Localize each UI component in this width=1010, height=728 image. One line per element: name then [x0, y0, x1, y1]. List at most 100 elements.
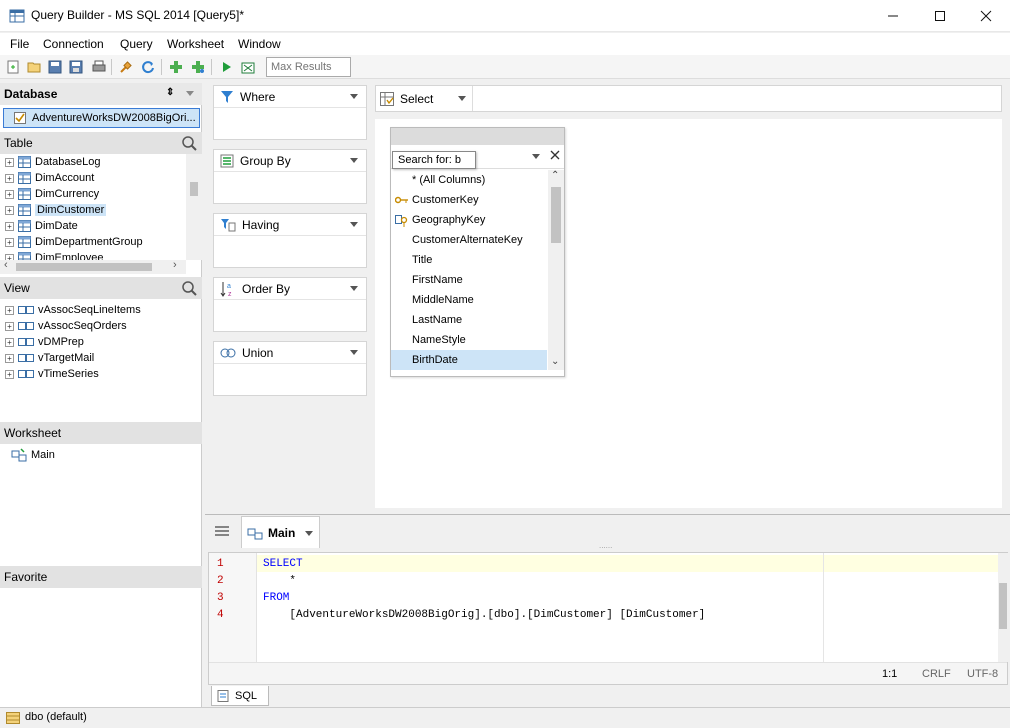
table-list-vscroll[interactable] — [186, 154, 202, 260]
dimcustomer-table-box[interactable]: er Search for: b * (All Columns) Custome… — [390, 127, 565, 377]
having-header[interactable]: Having — [214, 214, 366, 236]
open-button[interactable] — [25, 58, 43, 76]
column-row[interactable]: Title — [391, 250, 547, 270]
column-row[interactable]: * (All Columns) — [391, 170, 547, 190]
table-row[interactable]: + DimCurrency — [0, 186, 99, 202]
search-icon[interactable] — [181, 135, 197, 151]
expand-icon[interactable]: + — [5, 353, 14, 363]
scroll-thumb[interactable] — [16, 263, 152, 271]
table-row[interactable]: + DimEmployee — [0, 250, 103, 260]
column-row[interactable]: GeographyKey — [391, 210, 547, 230]
group-by-header[interactable]: Group By — [214, 150, 366, 172]
chevron-down-icon[interactable] — [458, 96, 466, 101]
save-button[interactable] — [46, 58, 64, 76]
max-results-input[interactable] — [266, 57, 351, 77]
expand-icon[interactable]: + — [5, 189, 14, 199]
scroll-thumb[interactable] — [999, 583, 1007, 629]
view-row[interactable]: + vTargetMail — [0, 350, 94, 366]
save-as-button[interactable] — [67, 58, 85, 76]
encoding[interactable]: UTF-8 — [967, 668, 998, 680]
scroll-thumb[interactable] — [551, 187, 561, 243]
scroll-left-icon[interactable]: ‹ — [4, 259, 8, 271]
list-menu-icon[interactable] — [215, 525, 229, 537]
table-row[interactable]: + DimAccount — [0, 170, 94, 186]
close-icon[interactable] — [550, 150, 560, 160]
union-panel[interactable]: Union — [213, 341, 367, 396]
view-row[interactable]: + vDMPrep — [0, 334, 84, 350]
splitter-grip[interactable]: ...... — [599, 541, 612, 550]
menu-connection[interactable]: Connection — [43, 37, 104, 51]
group-by-panel[interactable]: Group By — [213, 149, 367, 204]
column-row[interactable]: CustomerAlternateKey — [391, 230, 547, 250]
chevron-down-icon[interactable] — [186, 91, 194, 96]
column-row[interactable]: MiddleName — [391, 290, 547, 310]
table-box-drag-bar[interactable] — [391, 128, 564, 145]
menu-query[interactable]: Query — [120, 37, 153, 51]
expand-icon[interactable]: + — [5, 173, 14, 183]
where-panel[interactable]: Where — [213, 85, 367, 140]
execute-button[interactable] — [217, 58, 235, 76]
table-list-hscroll[interactable]: ‹ › — [0, 259, 186, 274]
expand-icon[interactable]: + — [5, 157, 14, 167]
print-button[interactable] — [90, 58, 108, 76]
sort-icon[interactable]: ⇕ — [166, 87, 174, 98]
expand-icon[interactable]: + — [5, 321, 14, 331]
where-header[interactable]: Where — [214, 86, 366, 108]
scroll-thumb[interactable] — [190, 182, 198, 196]
tab-sql[interactable]: SQL — [211, 686, 269, 706]
chevron-down-icon[interactable] — [305, 531, 313, 536]
menu-worksheet[interactable]: Worksheet — [167, 37, 224, 51]
scroll-right-icon[interactable]: › — [173, 259, 177, 271]
minimize-button[interactable] — [870, 0, 916, 31]
editor-vscroll[interactable] — [998, 553, 1008, 662]
column-row[interactable]: LastName — [391, 310, 547, 330]
menu-file[interactable]: File — [10, 37, 29, 51]
add-subquery-button[interactable] — [189, 58, 207, 76]
chevron-down-icon[interactable] — [350, 286, 358, 291]
column-row[interactable]: FirstName — [391, 270, 547, 290]
chevron-down-icon[interactable] — [350, 158, 358, 163]
connect-button[interactable] — [117, 58, 135, 76]
expand-icon[interactable]: + — [5, 369, 14, 379]
expand-icon[interactable]: + — [5, 237, 14, 247]
sql-editor[interactable]: 1 2 3 4 SELECT * FROM [AdventureWorksDW2… — [208, 552, 1008, 685]
expand-icon[interactable]: + — [5, 337, 14, 347]
maximize-button[interactable] — [917, 0, 963, 31]
worksheet-item[interactable]: Main — [0, 447, 55, 463]
chevron-down-icon[interactable] — [350, 222, 358, 227]
view-row[interactable]: + vTimeSeries — [0, 366, 99, 382]
database-selector[interactable]: AdventureWorksDW2008BigOri... — [3, 108, 200, 128]
new-query-button[interactable] — [4, 58, 22, 76]
scroll-down-icon[interactable]: ⌄ — [551, 356, 559, 367]
line-ending[interactable]: CRLF — [922, 668, 951, 680]
chevron-down-icon[interactable] — [350, 350, 358, 355]
order-by-panel[interactable]: az Order By — [213, 277, 367, 332]
tab-main[interactable]: Main — [241, 516, 320, 548]
menu-window[interactable]: Window — [238, 37, 281, 51]
select-dropdown[interactable]: Select — [376, 86, 473, 111]
expand-icon[interactable]: + — [5, 221, 14, 231]
column-row-selected[interactable]: BirthDate — [391, 350, 547, 370]
close-button[interactable] — [963, 0, 1009, 31]
having-panel[interactable]: Having — [213, 213, 367, 268]
chevron-down-icon[interactable] — [350, 94, 358, 99]
search-icon[interactable] — [181, 280, 197, 296]
order-by-header[interactable]: az Order By — [214, 278, 366, 300]
expand-icon[interactable]: + — [5, 305, 14, 315]
column-row[interactable]: CustomerKey — [391, 190, 547, 210]
view-row[interactable]: + vAssocSeqOrders — [0, 318, 127, 334]
table-row[interactable]: + DimDepartmentGroup — [0, 234, 143, 250]
chevron-down-icon[interactable] — [532, 154, 540, 159]
view-row[interactable]: + vAssocSeqLineItems — [0, 302, 141, 318]
export-button[interactable] — [239, 58, 257, 76]
refresh-button[interactable] — [139, 58, 157, 76]
table-row-selected[interactable]: + DimCustomer — [0, 202, 107, 218]
column-row[interactable]: NameStyle — [391, 330, 547, 350]
scroll-up-icon[interactable]: ⌃ — [551, 170, 559, 181]
table-row[interactable]: + DimDate — [0, 218, 78, 234]
table-row[interactable]: + DatabaseLog — [0, 154, 100, 170]
column-list-vscroll[interactable]: ⌃ ⌄ — [548, 170, 564, 370]
expand-icon[interactable]: + — [5, 205, 14, 215]
add-table-button[interactable] — [167, 58, 185, 76]
union-header[interactable]: Union — [214, 342, 366, 364]
